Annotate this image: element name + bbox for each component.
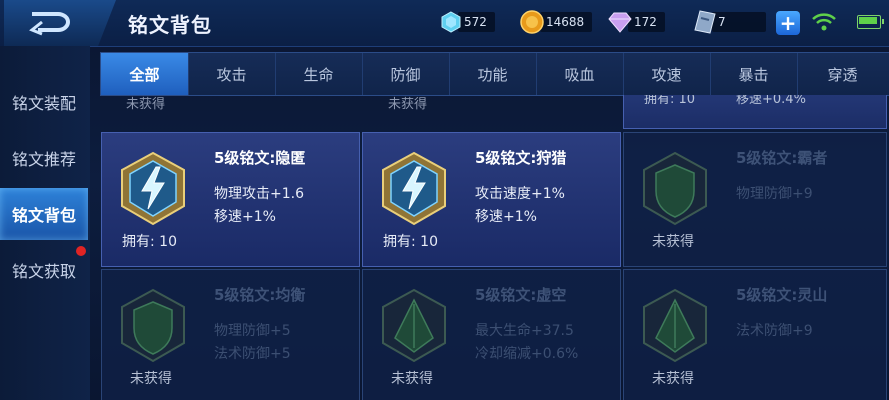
inscription-card[interactable]: 5级铭文:霸者 物理防御+9 未获得	[623, 132, 887, 267]
tab-attack-speed[interactable]: 攻速	[623, 53, 711, 95]
partial-attr: 移速+0.4%	[736, 95, 806, 107]
tab-label: 攻速	[651, 65, 682, 84]
inscription-grid: 未获得 未获得 拥有: 10 移速+0.4% 5级铭文:隐匿 物理攻击+1.6 …	[100, 95, 889, 400]
tab-label: 生命	[303, 65, 334, 84]
tab-label: 攻击	[216, 65, 247, 84]
leaf-inscription-icon	[643, 288, 707, 363]
notification-dot	[76, 246, 86, 256]
crystal-value: 172	[628, 12, 665, 32]
gold-coin-icon	[520, 10, 544, 34]
inscription-card[interactable]: 5级铭文:隐匿 物理攻击+1.6 移速+1% 拥有: 10	[101, 132, 360, 267]
inscription-name: 5级铭文:霸者	[736, 149, 828, 167]
inscription-attr: 攻击速度+1%	[475, 186, 565, 202]
sidebar-item-label: 铭文背包	[11, 206, 76, 225]
wifi-icon	[812, 13, 836, 31]
inscription-attr: 最大生命+37.5	[475, 323, 574, 339]
inscription-attr: 法术防御+5	[214, 346, 291, 362]
partial-owned: 拥有: 10	[644, 95, 696, 107]
category-tabs: 全部 攻击 生命 防御 功能 吸血 攻速 暴击 穿透	[100, 52, 889, 96]
inscription-name: 5级铭文:狩猎	[475, 149, 567, 167]
tab-health[interactable]: 生命	[275, 53, 363, 95]
inscription-name: 5级铭文:均衡	[214, 286, 306, 304]
sidebar-item-label: 铭文推荐	[11, 150, 76, 169]
owned-count: 拥有: 10	[383, 234, 438, 250]
inscription-attr: 法术防御+9	[736, 323, 813, 339]
inscription-name: 5级铭文:隐匿	[214, 149, 306, 167]
tab-utility[interactable]: 功能	[449, 53, 537, 95]
tab-defense[interactable]: 防御	[362, 53, 450, 95]
lightning-inscription-icon	[382, 151, 446, 226]
page-title: 铭文背包	[128, 13, 212, 37]
shield-inscription-icon	[121, 288, 185, 363]
sidebar-item-recommend[interactable]: 铭文推荐	[0, 132, 88, 184]
crystal-counter: 172	[608, 10, 665, 34]
partial-status-1: 未获得	[126, 97, 166, 112]
gold-value: 14688	[540, 12, 593, 32]
fragment-value: 7	[712, 12, 766, 32]
sidebar-item-label: 铭文装配	[11, 94, 76, 113]
back-arrow-icon	[29, 12, 70, 36]
inscription-card-partial[interactable]: 拥有: 10 移速+0.4%	[623, 95, 887, 129]
inscription-card[interactable]: 5级铭文:狩猎 攻击速度+1% 移速+1% 拥有: 10	[362, 132, 621, 267]
inscription-name: 5级铭文:虚空	[475, 286, 567, 304]
not-owned-label: 未获得	[652, 371, 694, 387]
inscription-attr: 物理防御+9	[736, 186, 813, 202]
not-owned-label: 未获得	[652, 234, 694, 250]
battery-icon	[857, 15, 884, 29]
inscription-card[interactable]: 5级铭文:虚空 最大生命+37.5 冷却缩减+0.6% 未获得	[362, 269, 621, 400]
tab-label: 全部	[129, 65, 160, 84]
tab-label: 暴击	[738, 65, 769, 84]
tab-lifesteal[interactable]: 吸血	[536, 53, 624, 95]
gold-counter: 14688	[520, 10, 593, 34]
tab-penetration[interactable]: 穿透	[797, 53, 888, 95]
tab-label: 功能	[477, 65, 508, 84]
inscription-card[interactable]: 5级铭文:均衡 物理防御+5 法术防御+5 未获得	[101, 269, 360, 400]
top-bar: 铭文背包 572 14688 172 7 +	[0, 0, 889, 47]
leaf-inscription-icon	[382, 288, 446, 363]
tab-attack[interactable]: 攻击	[188, 53, 276, 95]
diamond-value: 572	[458, 12, 495, 32]
inscription-attr: 移速+1%	[475, 209, 537, 225]
tab-all[interactable]: 全部	[101, 53, 189, 95]
tab-label: 穿透	[827, 65, 858, 84]
sidebar-item-backpack[interactable]: 铭文背包	[0, 188, 88, 240]
owned-count: 拥有: 10	[122, 234, 177, 250]
inscription-card[interactable]: 5级铭文:灵山 法术防御+9 未获得	[623, 269, 887, 400]
diamond-icon	[441, 11, 461, 33]
inscription-attr: 物理防御+5	[214, 323, 291, 339]
tab-label: 防御	[390, 65, 421, 84]
purple-crystal-icon	[608, 12, 632, 33]
sidebar-item-obtain[interactable]: 铭文获取	[0, 244, 88, 296]
sidebar: 铭文装配 铭文推荐 铭文背包 铭文获取	[0, 46, 90, 400]
inscription-name: 5级铭文:灵山	[736, 286, 828, 304]
back-button[interactable]	[4, 0, 116, 46]
fragment-counter: 7	[694, 10, 766, 34]
inscription-attr: 冷却缩减+0.6%	[475, 346, 579, 362]
sidebar-item-equip[interactable]: 铭文装配	[0, 76, 88, 128]
not-owned-label: 未获得	[130, 371, 172, 387]
inscription-attr: 移速+1%	[214, 209, 276, 225]
shield-inscription-icon	[643, 151, 707, 226]
diamond-counter: 572	[440, 10, 495, 34]
partial-status-2: 未获得	[388, 97, 428, 112]
add-resource-button[interactable]: +	[776, 11, 800, 35]
inscription-attr: 物理攻击+1.6	[214, 186, 304, 202]
plus-icon: +	[779, 11, 797, 35]
tab-crit[interactable]: 暴击	[710, 53, 798, 95]
lightning-inscription-icon	[121, 151, 185, 226]
not-owned-label: 未获得	[391, 371, 433, 387]
inscription-fragment-icon	[694, 10, 716, 34]
tab-label: 吸血	[564, 65, 595, 84]
sidebar-item-label: 铭文获取	[11, 262, 76, 281]
